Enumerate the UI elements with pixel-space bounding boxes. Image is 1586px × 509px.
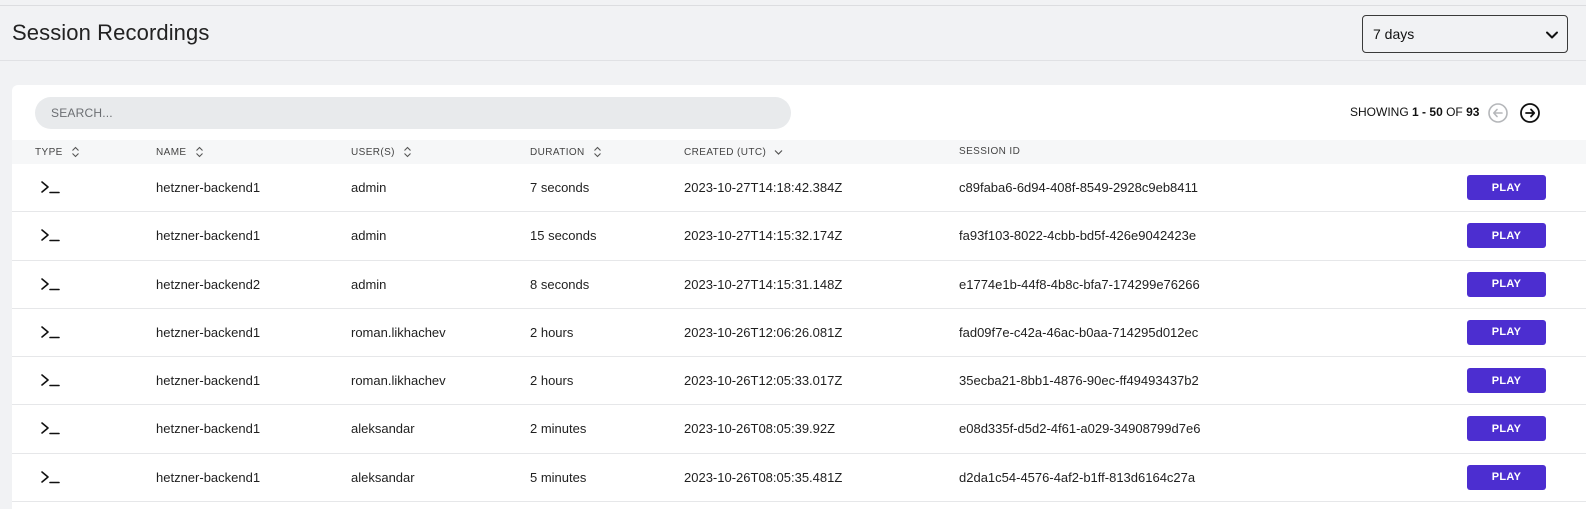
prev-page-icon[interactable] <box>1487 102 1509 124</box>
col-created-label: CREATED (UTC) <box>684 146 767 158</box>
pager-end: 50 <box>1429 105 1443 119</box>
terminal-icon <box>41 277 60 290</box>
session-id: 35ecba21-8bb1-4876-90ec-ff49493437b2 <box>959 373 1199 389</box>
session-id: c89faba6-6d94-408f-8549-2928c9eb8411 <box>959 180 1199 195</box>
table-row[interactable]: hetzner-backend2 admin 8 seconds 2023-10… <box>12 261 1586 309</box>
session-user: admin <box>351 180 387 195</box>
terminal-icon <box>41 181 60 194</box>
sort-icon <box>195 146 203 158</box>
next-page-icon[interactable] <box>1519 102 1541 124</box>
table-header: TYPE NAME USER(S) DURATION CREATED (UTC)… <box>12 140 1586 164</box>
session-created: 2023-10-26T12:06:26.081Z <box>684 324 843 340</box>
table-row[interactable]: hetzner-backend1 aleksandar 2 minutes 20… <box>12 405 1586 454</box>
session-duration: 8 seconds <box>530 276 590 292</box>
pager-start: 1 <box>1412 105 1419 119</box>
col-name-label: NAME <box>156 146 187 158</box>
play-button[interactable]: PLAY <box>1467 464 1546 490</box>
session-id: d2da1c54-4576-4af2-b1ff-813d6164c27a <box>959 469 1196 485</box>
pager-prefix: SHOWING <box>1350 105 1409 119</box>
terminal-icon <box>41 422 60 435</box>
sort-icon <box>404 146 411 158</box>
play-button[interactable]: PLAY <box>1467 416 1546 442</box>
session-id: e08d335f-d5d2-4f61-a029-34908799d7e6 <box>959 421 1201 437</box>
col-created-header[interactable]: CREATED (UTC) <box>684 146 783 158</box>
session-duration: 7 seconds <box>530 180 590 195</box>
session-user: roman.likhachev <box>351 324 446 340</box>
pager-dash: - <box>1422 105 1427 119</box>
play-button[interactable]: PLAY <box>1467 223 1546 249</box>
table-row[interactable]: hetzner-backend1 roman.likhachev 2 hours… <box>12 309 1586 358</box>
session-name: hetzner-backend1 <box>156 228 261 244</box>
session-created: 2023-10-26T08:05:35.481Z <box>684 469 843 485</box>
session-name: hetzner-backend1 <box>156 469 261 485</box>
col-duration-header[interactable]: DURATION <box>530 146 602 158</box>
sort-icon <box>593 146 601 158</box>
pager-total: 93 <box>1466 105 1480 119</box>
pager-of: OF <box>1446 105 1463 119</box>
terminal-icon <box>41 326 60 339</box>
col-name-header[interactable]: NAME <box>156 146 204 158</box>
table-row[interactable]: hetzner-backend1 admin 7 seconds 2023-10… <box>12 164 1586 213</box>
session-user: aleksandar <box>351 421 415 437</box>
session-name: hetzner-backend1 <box>156 180 261 195</box>
pagination-summary: SHOWING 1 - 50 OF 93 <box>1350 105 1479 119</box>
chevron-down-icon <box>1546 31 1558 39</box>
col-session-id-header: SESSION ID <box>959 146 1020 157</box>
col-duration-label: DURATION <box>530 146 585 158</box>
session-user: admin <box>351 228 387 244</box>
play-button[interactable]: PLAY <box>1467 319 1546 345</box>
session-id: fad09f7e-c42a-46ac-b0aa-714295d012ec <box>959 324 1199 340</box>
session-name: hetzner-backend1 <box>156 373 261 389</box>
time-range-value: 7 days <box>1373 26 1415 42</box>
sort-icon <box>71 146 79 158</box>
session-duration: 5 minutes <box>530 469 587 485</box>
page-header: Session Recordings 7 days <box>0 6 1586 61</box>
session-user: roman.likhachev <box>351 373 446 389</box>
session-user: aleksandar <box>351 469 415 485</box>
col-users-label: USER(S) <box>351 146 395 158</box>
session-created: 2023-10-27T14:15:32.174Z <box>684 228 843 244</box>
col-type-label: TYPE <box>35 146 63 158</box>
recordings-table-body: hetzner-backend1 admin 7 seconds 2023-10… <box>12 164 1586 503</box>
terminal-icon <box>41 470 60 484</box>
session-duration: 2 hours <box>530 373 574 389</box>
terminal-icon <box>41 229 60 242</box>
page-title: Session Recordings <box>12 20 210 45</box>
session-duration: 2 minutes <box>530 421 587 437</box>
table-row[interactable]: hetzner-backend1 roman.likhachev 2 hours… <box>12 357 1586 406</box>
play-button[interactable]: PLAY <box>1467 368 1546 394</box>
session-created: 2023-10-26T08:05:39.92Z <box>684 421 836 437</box>
session-duration: 15 seconds <box>530 228 597 244</box>
time-range-select[interactable]: 7 days <box>1362 15 1568 53</box>
session-name: hetzner-backend1 <box>156 421 261 437</box>
col-users-header[interactable]: USER(S) <box>351 146 412 158</box>
session-created: 2023-10-26T12:05:33.017Z <box>684 373 843 389</box>
session-name: hetzner-backend1 <box>156 324 261 340</box>
play-button[interactable]: PLAY <box>1467 271 1546 297</box>
session-created: 2023-10-27T14:18:42.384Z <box>684 180 843 195</box>
table-row[interactable]: hetzner-backend1 admin 15 seconds 2023-1… <box>12 212 1586 261</box>
terminal-icon <box>41 374 60 387</box>
table-row[interactable]: hetzner-backend1 aleksandar 5 minutes 20… <box>12 454 1586 503</box>
play-button[interactable]: PLAY <box>1467 175 1546 200</box>
session-id: fa93f103-8022-4cbb-bd5f-426e9042423e <box>959 228 1197 244</box>
search-input[interactable] <box>35 97 791 129</box>
recordings-card: SHOWING 1 - 50 OF 93 TYPE NAME USER(S) D… <box>12 85 1586 509</box>
col-session-id-label: SESSION ID <box>959 146 1021 157</box>
session-name: hetzner-backend2 <box>156 276 261 292</box>
session-id: e1774e1b-44f8-4b8c-bfa7-174299e76266 <box>959 276 1200 292</box>
session-duration: 2 hours <box>530 324 574 340</box>
session-created: 2023-10-27T14:15:31.148Z <box>684 276 843 292</box>
col-type-header[interactable]: TYPE <box>35 146 80 158</box>
session-user: admin <box>351 276 387 292</box>
sort-desc-icon <box>774 150 783 155</box>
